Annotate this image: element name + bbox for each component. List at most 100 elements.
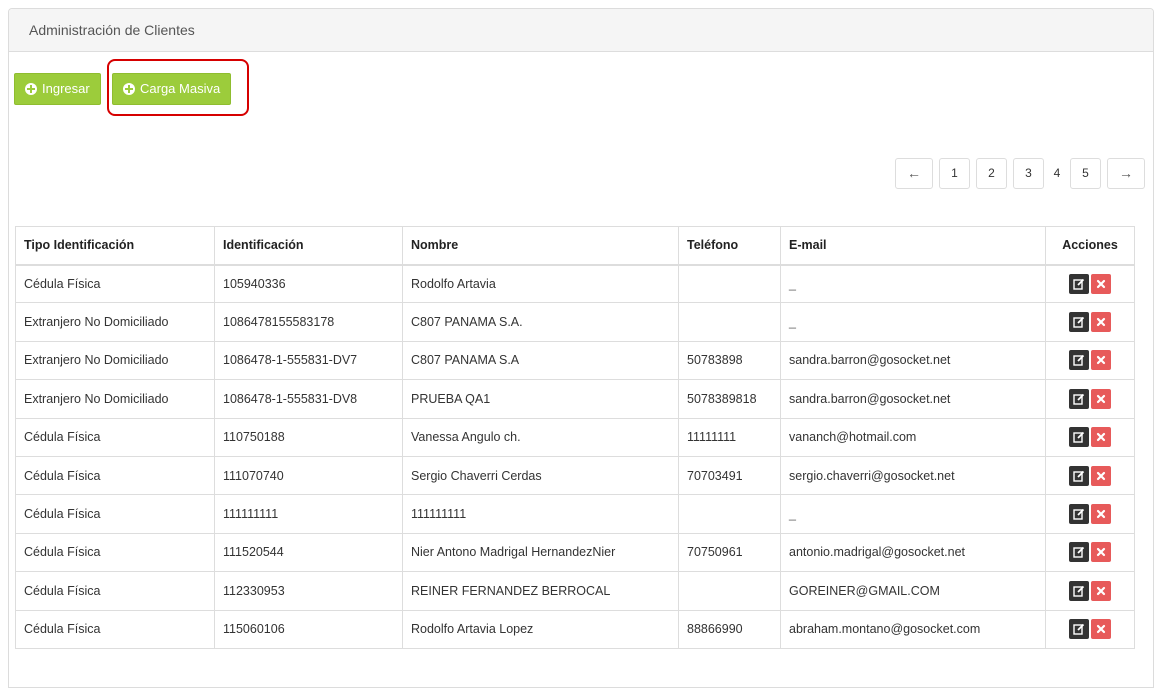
column-header: Identificación (214, 226, 403, 266)
edit-icon (1073, 316, 1085, 328)
edit-button[interactable] (1069, 273, 1089, 294)
column-header: Nombre (402, 226, 679, 266)
table-row: Extranjero No Domiciliado 1086478-1-55583… (15, 340, 1135, 381)
delete-button[interactable] (1091, 465, 1111, 486)
cell-acciones (1045, 340, 1135, 381)
close-icon (1096, 548, 1106, 557)
edit-button[interactable] (1069, 388, 1089, 409)
cell-nombre: Nier Antono Madrigal HernandezNier (402, 532, 679, 573)
edit-button[interactable] (1069, 619, 1089, 640)
close-icon (1096, 356, 1106, 365)
cell-tipo-identificacion: Cédula Física (15, 455, 215, 496)
edit-button[interactable] (1069, 542, 1089, 563)
close-icon (1096, 625, 1106, 634)
pagination-prev[interactable]: ← (895, 158, 933, 189)
cell-email: GOREINER@GMAIL.COM (780, 571, 1046, 611)
cell-acciones (1045, 379, 1135, 419)
close-icon (1096, 394, 1106, 403)
pagination-page-4[interactable]: 4 (1050, 158, 1064, 189)
cell-nombre: C807 PANAMA S.A. (402, 302, 679, 342)
edit-button[interactable] (1069, 350, 1089, 371)
edit-button[interactable] (1069, 580, 1089, 601)
cell-email: sandra.barron@gosocket.net (780, 379, 1046, 419)
edit-icon (1073, 470, 1085, 482)
edit-button[interactable] (1069, 427, 1089, 448)
delete-button[interactable] (1091, 580, 1111, 601)
cell-email: abraham.montano@gosocket.com (780, 609, 1046, 649)
cell-nombre: REINER FERNANDEZ BERROCAL (402, 571, 679, 611)
cell-identificacion: 110750188 (214, 417, 403, 457)
cell-tipo-identificacion: Cédula Física (15, 532, 215, 573)
edit-button[interactable] (1069, 504, 1089, 525)
cell-acciones (1045, 263, 1135, 304)
cell-email: sandra.barron@gosocket.net (780, 340, 1046, 381)
cell-acciones (1045, 609, 1135, 649)
table-row: Cédula Física 112330953 REINER FERNANDEZ B… (15, 571, 1135, 611)
close-icon (1096, 471, 1106, 480)
cell-email: _ (780, 494, 1046, 534)
table-row: Cédula Física 111520544 Nier Antono Madrig… (15, 532, 1135, 573)
pagination-page-2[interactable]: 2 (976, 158, 1007, 189)
cell-nombre: Vanessa Angulo ch. (402, 417, 679, 457)
cell-nombre: C807 PANAMA S.A (402, 340, 679, 381)
edit-button[interactable] (1069, 465, 1089, 486)
clients-panel: Administración de Clientes Ingresar Carg… (8, 8, 1154, 688)
cell-acciones (1045, 494, 1135, 534)
cell-telefono (678, 571, 781, 611)
cell-telefono (678, 263, 781, 304)
ingresar-label: Ingresar (42, 81, 90, 96)
edit-icon (1073, 393, 1085, 405)
close-icon (1096, 509, 1106, 519)
cell-tipo-identificacion: Cédula Física (15, 609, 215, 649)
ingresar-button[interactable]: Ingresar (14, 73, 101, 105)
edit-icon (1073, 547, 1085, 559)
cell-acciones (1045, 571, 1135, 611)
cell-email: vananch@hotmail.com (780, 417, 1046, 457)
table-row: Cédula Física 110750188 Vanessa Angulo ch.… (15, 417, 1135, 457)
edit-button[interactable] (1069, 312, 1089, 333)
column-header: Teléfono (678, 226, 781, 266)
pagination-page-1[interactable]: 1 (939, 158, 970, 189)
column-header: Acciones (1045, 226, 1135, 266)
column-header: E-mail (780, 226, 1046, 266)
edit-icon (1073, 508, 1085, 520)
cell-identificacion: 112330953 (214, 571, 403, 611)
edit-icon (1073, 585, 1085, 597)
table-row: Extranjero No Domiciliado 1086478-1-55583… (15, 379, 1135, 419)
delete-button[interactable] (1091, 504, 1111, 525)
close-icon (1096, 433, 1106, 442)
pagination-next[interactable]: → (1107, 158, 1145, 189)
cell-identificacion: 115060106 (214, 609, 403, 649)
pagination-page-5[interactable]: 5 (1070, 158, 1101, 189)
cell-telefono: 11111111 (678, 417, 781, 457)
cell-tipo-identificacion: Cédula Física (15, 417, 215, 457)
table-row: Extranjero No Domiciliado 108647815558317… (15, 302, 1135, 342)
cell-tipo-identificacion: Cédula Física (15, 263, 215, 304)
cell-telefono (678, 302, 781, 342)
delete-button[interactable] (1091, 312, 1111, 333)
delete-button[interactable] (1091, 619, 1111, 640)
column-header: Tipo Identificación (15, 226, 215, 266)
cell-acciones (1045, 302, 1135, 342)
table-row: Cédula Física 111111111 111111111 _ (15, 494, 1135, 534)
cell-tipo-identificacion: Cédula Física (15, 571, 215, 611)
cell-telefono: 88866990 (678, 609, 781, 649)
cell-nombre: PRUEBA QA1 (402, 379, 679, 419)
close-icon (1096, 279, 1106, 289)
cell-telefono (678, 494, 781, 534)
edit-icon (1073, 355, 1085, 367)
cell-nombre: Rodolfo Artavia Lopez (402, 609, 679, 649)
delete-button[interactable] (1091, 350, 1111, 371)
cell-identificacion: 1086478-1-555831-DV7 (214, 340, 403, 381)
delete-button[interactable] (1091, 388, 1111, 409)
delete-button[interactable] (1091, 427, 1111, 448)
pagination-page-3[interactable]: 3 (1013, 158, 1044, 189)
delete-button[interactable] (1091, 273, 1111, 294)
cell-email: sergio.chaverri@gosocket.net (780, 455, 1046, 496)
delete-button[interactable] (1091, 542, 1111, 563)
close-icon (1096, 317, 1106, 327)
cell-tipo-identificacion: Extranjero No Domiciliado (15, 340, 215, 381)
cell-telefono: 70703491 (678, 455, 781, 496)
cell-identificacion: 1086478155583178 (214, 302, 403, 342)
cell-identificacion: 111520544 (214, 532, 403, 573)
